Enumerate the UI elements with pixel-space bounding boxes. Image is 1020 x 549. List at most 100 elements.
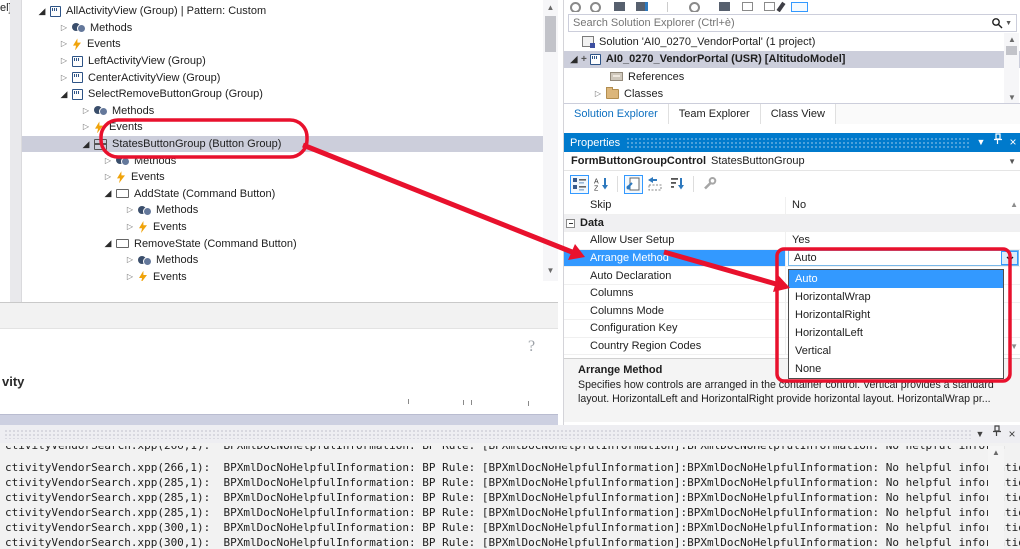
grid-scroll-up-icon[interactable]: ▲ — [1010, 200, 1018, 209]
expander-expanded-icon[interactable]: ◢ — [58, 89, 70, 99]
solution-node[interactable]: Solution 'AI0_0270_VendorPortal' (1 proj… — [564, 33, 1020, 51]
close-icon[interactable]: × — [1004, 425, 1020, 444]
tree-item-allactivityview[interactable]: ◢ AllActivityView (Group) | Pattern: Cus… — [22, 3, 558, 20]
grid-scroll-down-icon[interactable]: ▼ — [1010, 342, 1018, 351]
tree-item-events[interactable]: ▷ Events — [22, 119, 558, 136]
scroll-down-icon[interactable]: ▼ — [1008, 93, 1016, 102]
search-input[interactable] — [569, 17, 990, 29]
tree-scrollbar[interactable]: ▲ ▼ — [543, 0, 558, 281]
scroll-up-icon[interactable]: ▲ — [988, 448, 1004, 457]
close-icon[interactable]: × — [1005, 133, 1020, 152]
classes-node[interactable]: ▷ Classes — [564, 86, 1020, 104]
tree-item-events[interactable]: ▷ Events — [22, 169, 558, 186]
expander-collapsed-icon[interactable]: ▷ — [102, 156, 114, 165]
references-node[interactable]: References — [564, 68, 1020, 86]
expander-collapsed-icon[interactable]: ▷ — [58, 23, 70, 32]
collapse-category-icon[interactable] — [566, 218, 575, 228]
expander-expanded-icon[interactable]: ◢ — [568, 54, 580, 64]
pin-icon[interactable] — [988, 424, 1004, 444]
log-line[interactable]: ctivityVendorSearch.xpp(300,1): BPXmlDoc… — [5, 521, 1020, 535]
expander-collapsed-icon[interactable]: ▷ — [592, 90, 604, 98]
scroll-thumb[interactable] — [545, 16, 556, 52]
selected-object-combobox[interactable]: FormButtonGroupControl StatesButtonGroup… — [564, 152, 1020, 171]
dropdown-option-none[interactable]: None — [789, 360, 1003, 378]
tree-item-statesbuttongroup-selected[interactable]: ◢ StatesButtonGroup (Button Group) — [22, 135, 558, 153]
pin-icon[interactable] — [989, 133, 1005, 152]
tree-item-methods[interactable]: ▷ Methods — [22, 202, 558, 219]
expander-collapsed-icon[interactable]: ▷ — [102, 173, 114, 181]
expander-expanded-icon[interactable]: ◢ — [102, 189, 114, 198]
tab-class-view[interactable]: Class View — [760, 104, 836, 124]
expander-expanded-icon[interactable]: ◢ — [36, 6, 48, 16]
tree-item-events[interactable]: ▷ Events — [22, 36, 558, 53]
tree-item-events[interactable]: ▷ Events — [22, 219, 558, 236]
search-options-chevron-icon[interactable]: ▼ — [1005, 20, 1012, 27]
properties-view-button[interactable] — [624, 174, 643, 194]
expander-collapsed-icon[interactable]: ▷ — [80, 123, 92, 131]
expander-expanded-icon[interactable]: ◢ — [102, 239, 114, 248]
property-value[interactable]: No — [786, 197, 1020, 214]
tree-item-methods[interactable]: ▷ Methods — [22, 20, 558, 37]
tab-team-explorer[interactable]: Team Explorer — [668, 104, 761, 124]
expander-collapsed-icon[interactable]: ▷ — [124, 206, 136, 214]
alphabetical-sort-button[interactable]: AZ — [592, 175, 611, 194]
scroll-down-icon[interactable]: ▼ — [543, 266, 558, 275]
forward-icon[interactable] — [590, 2, 601, 12]
arrange-method-combobox[interactable]: Auto — [788, 250, 1019, 266]
tree-item-methods[interactable]: ▷ Methods — [22, 103, 558, 120]
scroll-up-icon[interactable]: ▲ — [543, 3, 558, 12]
scroll-thumb[interactable] — [1006, 46, 1017, 55]
switch-views-icon[interactable] — [636, 2, 648, 11]
expander-collapsed-icon[interactable]: ▷ — [58, 57, 70, 65]
expander-expanded-icon[interactable]: ◢ — [80, 139, 92, 149]
property-row-arrange-method[interactable]: Arrange Method Auto — [564, 249, 1020, 268]
tree-item-addstate[interactable]: ◢ AddState (Command Button) — [22, 186, 558, 203]
expander-collapsed-icon[interactable]: ▷ — [58, 40, 70, 48]
property-value[interactable]: Yes — [786, 232, 1020, 249]
tree-item-selectremovebuttongroup[interactable]: ◢ SelectRemoveButtonGroup (Group) — [22, 86, 558, 103]
preview-selected-items-toggle[interactable] — [791, 2, 808, 12]
sync-with-active-document-icon[interactable] — [719, 2, 730, 11]
dropdown-option-horizontalwrap[interactable]: HorizontalWrap — [789, 288, 1003, 306]
home-icon[interactable] — [614, 2, 625, 11]
property-sort-button[interactable] — [668, 175, 687, 194]
tree-item-removestate[interactable]: ◢ RemoveState (Command Button) — [22, 235, 558, 252]
category-row-data[interactable]: Data — [564, 214, 1020, 233]
dropdown-option-vertical[interactable]: Vertical — [789, 342, 1003, 360]
property-row-skip[interactable]: Skip No — [564, 197, 1020, 215]
chevron-down-icon[interactable]: ▼ — [1008, 157, 1016, 166]
window-position-chevron-icon[interactable]: ▼ — [972, 425, 988, 444]
property-pages-wrench-button[interactable] — [700, 175, 719, 194]
property-row-allow-user-setup[interactable]: Allow User Setup Yes — [564, 232, 1020, 250]
back-icon[interactable] — [570, 2, 581, 12]
tree-item-methods[interactable]: ▷ Methods — [22, 252, 558, 269]
events-setup-button[interactable] — [646, 175, 665, 194]
dropdown-option-auto[interactable]: Auto — [789, 270, 1003, 288]
log-line[interactable]: ctivityVendorSearch.xpp(285,1): BPXmlDoc… — [5, 476, 1020, 490]
pending-changes-filter-icon[interactable] — [689, 2, 700, 12]
log-line[interactable]: ctivityVendorSearch.xpp(300,1): BPXmlDoc… — [5, 536, 1020, 549]
expander-collapsed-icon[interactable]: ▷ — [124, 223, 136, 231]
tree-item-leftactivityview[interactable]: ▷ LeftActivityView (Group) — [22, 53, 558, 70]
dropdown-option-horizontalright[interactable]: HorizontalRight — [789, 306, 1003, 324]
show-all-files-icon[interactable] — [764, 2, 775, 11]
log-scrollbar[interactable]: ▲ — [988, 446, 1004, 549]
combo-dropdown-button[interactable] — [1001, 251, 1018, 265]
expander-collapsed-icon[interactable]: ▷ — [124, 256, 136, 264]
tree-item-centeractivityview[interactable]: ▷ CenterActivityView (Group) — [22, 69, 558, 86]
expander-collapsed-icon[interactable]: ▷ — [124, 272, 136, 281]
dropdown-option-horizontalleft[interactable]: HorizontalLeft — [789, 324, 1003, 342]
collapse-all-icon[interactable] — [742, 2, 753, 11]
categorized-button[interactable] — [570, 174, 589, 194]
help-icon[interactable]: ? — [528, 338, 535, 356]
left-splitter[interactable] — [10, 0, 22, 302]
log-line[interactable]: ctivityVendorSearch.xpp(285,1): BPXmlDoc… — [5, 491, 1020, 505]
log-line[interactable]: ctivityVendorSearch.xpp(285,1): BPXmlDoc… — [5, 506, 1020, 520]
project-node-selected[interactable]: ◢ + AI0_0270_VendorPortal (USR) [Altitud… — [564, 50, 1020, 68]
solution-tree-scrollbar[interactable]: ▲ ▼ — [1004, 33, 1019, 103]
tab-solution-explorer[interactable]: Solution Explorer — [564, 104, 669, 124]
properties-shortcut-icon[interactable] — [776, 1, 786, 12]
window-position-chevron-icon[interactable]: ▼ — [973, 133, 989, 152]
expander-collapsed-icon[interactable]: ▷ — [80, 106, 92, 115]
tree-item-events[interactable]: ▷ Events — [22, 269, 558, 281]
